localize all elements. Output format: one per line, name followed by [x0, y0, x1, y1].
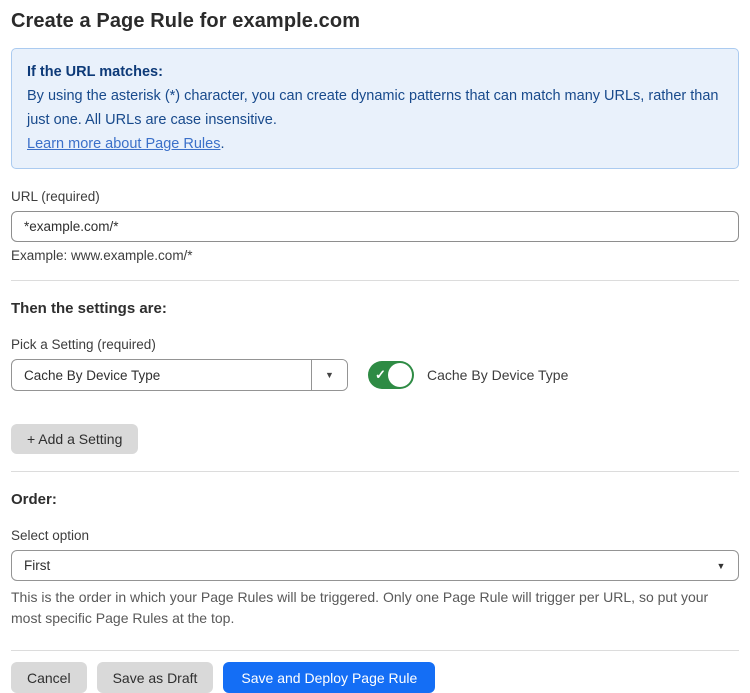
link-suffix: . [220, 136, 224, 152]
check-icon: ✓ [375, 366, 386, 384]
create-page-rule-panel: Create a Page Rule for example.com If th… [0, 0, 750, 693]
setting-toggle[interactable]: ✓ [368, 361, 414, 389]
divider [11, 280, 739, 281]
save-deploy-button[interactable]: Save and Deploy Page Rule [223, 662, 435, 693]
info-box-body: By using the asterisk (*) character, you… [27, 84, 723, 132]
page-title: Create a Page Rule for example.com [11, 10, 739, 33]
learn-more-link[interactable]: Learn more about Page Rules [27, 136, 220, 152]
save-draft-button[interactable]: Save as Draft [97, 662, 214, 693]
url-field-label: URL (required) [11, 189, 739, 204]
divider [11, 471, 739, 472]
order-section-heading: Order: [11, 491, 739, 508]
divider [11, 650, 739, 651]
setting-select-value: Cache By Device Type [12, 360, 311, 390]
url-input[interactable] [11, 211, 739, 242]
info-box-heading: If the URL matches: [27, 60, 723, 84]
url-field-helper: Example: www.example.com/* [11, 248, 739, 263]
order-select-value: First [12, 551, 704, 580]
url-match-info-box: If the URL matches: By using the asteris… [11, 48, 739, 169]
setting-picker-label: Pick a Setting (required) [11, 337, 739, 352]
setting-toggle-label: Cache By Device Type [427, 367, 568, 383]
toggle-knob [388, 363, 412, 387]
cancel-button[interactable]: Cancel [11, 662, 87, 693]
order-helper-text: This is the order in which your Page Rul… [11, 587, 731, 629]
setting-row: Cache By Device Type ▼ ✓ Cache By Device… [11, 359, 739, 391]
order-select-label: Select option [11, 528, 739, 543]
setting-select[interactable]: Cache By Device Type ▼ [11, 359, 348, 391]
settings-section-heading: Then the settings are: [11, 300, 739, 317]
order-select[interactable]: First ▼ [11, 550, 739, 581]
add-setting-button[interactable]: + Add a Setting [11, 424, 138, 454]
footer-actions: Cancel Save as Draft Save and Deploy Pag… [11, 662, 739, 693]
info-box-link-line: Learn more about Page Rules. [27, 132, 723, 156]
chevron-down-icon: ▼ [311, 360, 347, 390]
chevron-down-icon: ▼ [704, 551, 738, 580]
